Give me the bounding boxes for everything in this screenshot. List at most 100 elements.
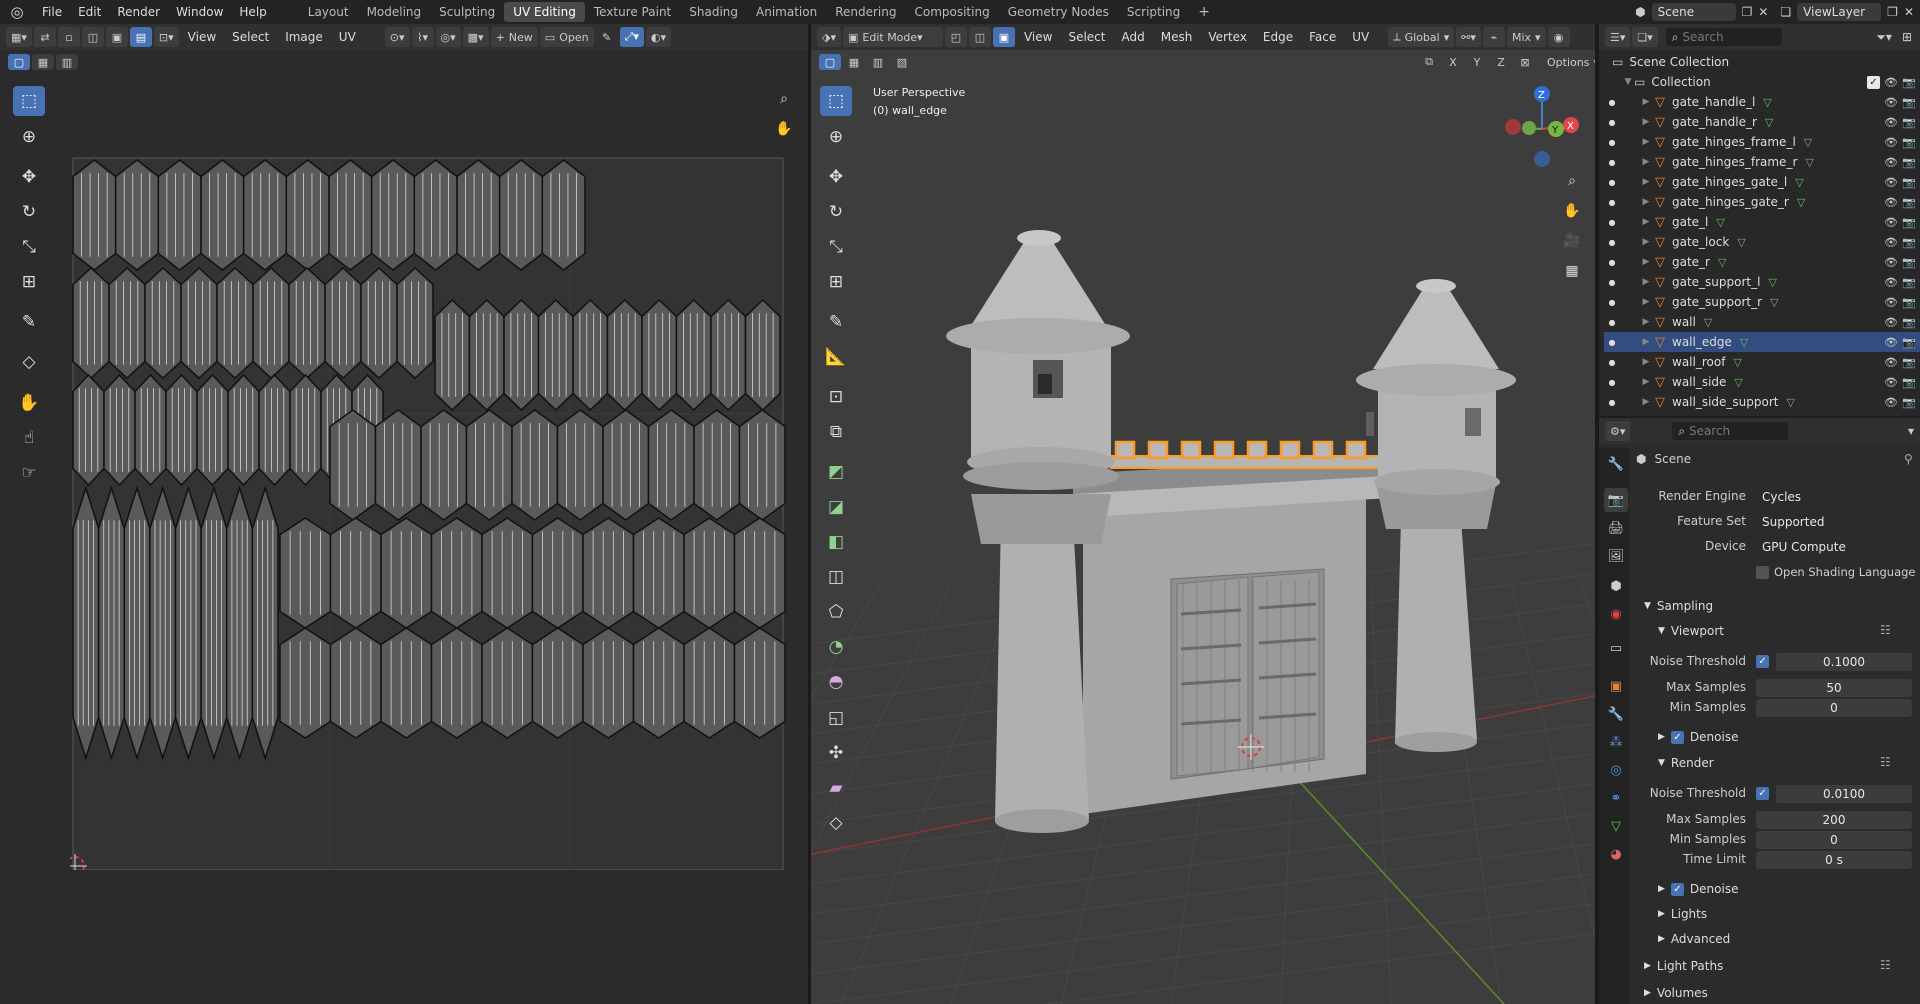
new-scene-icon[interactable]: ❐ (1742, 5, 1753, 19)
uv-face[interactable] (149, 485, 177, 761)
uv-face[interactable] (251, 485, 279, 761)
mesh-data-icon[interactable]: ▽ (1733, 356, 1741, 369)
uv-face[interactable] (632, 627, 685, 739)
uv-face[interactable] (72, 159, 117, 271)
uv-face[interactable] (144, 266, 182, 380)
uv-face[interactable] (733, 517, 786, 629)
crenellation-merlon[interactable] (1147, 440, 1169, 460)
data-tab-icon[interactable]: ▽ (1604, 814, 1628, 838)
rotate-tool-icon[interactable]: ↻ (13, 197, 45, 227)
snap-icon[interactable]: ⌇▾ (411, 27, 434, 47)
uv-face[interactable] (531, 627, 584, 739)
uv-face[interactable] (226, 485, 254, 761)
vp-menu-edge[interactable]: Edge (1256, 27, 1300, 47)
lights-subpanel[interactable]: ▶ Lights (1658, 907, 1707, 921)
tab-scripting[interactable]: Scripting (1118, 2, 1189, 22)
object-tab-icon[interactable]: ▣ (1604, 674, 1628, 698)
uv-face[interactable] (157, 159, 202, 271)
vp-noise-threshold-field[interactable]: 0.1000 (1776, 653, 1912, 671)
outliner-item[interactable]: ● ▶ ▽ gate_lock ▽ 👁 📷 (1604, 232, 1920, 252)
uv-face[interactable] (602, 409, 650, 521)
uv-face[interactable] (413, 159, 458, 271)
uv-face[interactable] (396, 266, 434, 380)
uv-face[interactable] (289, 373, 322, 487)
annotate-tool-icon[interactable]: ✎ (13, 307, 45, 337)
expand-icon[interactable]: ▶ (1640, 177, 1652, 187)
mirror-y-button[interactable]: Y (1466, 54, 1488, 70)
island-select-icon[interactable]: ▤ (129, 27, 152, 47)
ortho-toggle-icon[interactable]: ▦ (1556, 256, 1588, 286)
particles-tab-icon[interactable]: ⁂ (1604, 730, 1628, 754)
vp-max-samples-field[interactable]: 50 (1756, 679, 1912, 697)
uv-face[interactable] (329, 517, 382, 629)
vp-menu-mesh[interactable]: Mesh (1154, 27, 1200, 47)
outliner-item[interactable]: ● ▶ ▽ wall_side_support ▽ 👁 📷 (1604, 392, 1920, 412)
vp-menu-face[interactable]: Face (1302, 27, 1343, 47)
tool-tab-icon[interactable]: 🔧 (1604, 452, 1628, 476)
uv-face[interactable] (641, 298, 678, 412)
viewport-presets-icon[interactable]: ☷ (1880, 623, 1891, 637)
vp-denoise-subpanel[interactable]: ▶ ✓ Denoise (1658, 730, 1738, 744)
uv-face[interactable] (675, 298, 712, 412)
expand-icon[interactable]: ▼ (1622, 77, 1634, 87)
expand-icon[interactable]: ▶ (1640, 237, 1652, 247)
display-mode-icon[interactable]: ❏▾ (1632, 27, 1658, 47)
crenellation-merlon[interactable] (1114, 440, 1136, 460)
proportional-falloff-icon[interactable]: ◉ (1547, 27, 1570, 47)
edge-select-icon[interactable]: ◫ (81, 27, 104, 47)
vp-transform-tool-icon[interactable]: ⊞ (820, 267, 852, 297)
sync-selection-icon[interactable]: ⇄ (33, 27, 56, 47)
vp-select-extend-icon[interactable]: ▦ (843, 54, 865, 70)
outliner-item[interactable]: ● ▶ ▽ gate_l ▽ 👁 📷 (1604, 212, 1920, 232)
vp-select-new-icon[interactable]: ▢ (819, 54, 841, 70)
light-paths-panel[interactable]: ▶ Light Paths (1644, 959, 1723, 973)
vp-denoise-checkbox[interactable]: ✓ (1670, 730, 1684, 744)
mesh-data-icon[interactable]: ▽ (1704, 316, 1712, 329)
tab-shading[interactable]: Shading (680, 2, 747, 22)
restrict-select-dot-icon[interactable]: ● (1604, 218, 1620, 227)
expand-icon[interactable]: ▶ (1640, 137, 1652, 147)
knife-tool-icon[interactable]: ◫ (820, 562, 852, 592)
tab-animation[interactable]: Animation (747, 2, 826, 22)
uv-face[interactable] (216, 266, 254, 380)
new-viewlayer-icon[interactable]: ❐ (1887, 5, 1898, 19)
uv-face[interactable] (434, 298, 471, 412)
uv-face[interactable] (279, 517, 332, 629)
outliner-item[interactable]: ● ▶ ▽ gate_handle_l ▽ 👁 📷 (1604, 92, 1920, 112)
uv-face[interactable] (252, 266, 290, 380)
visibility-eye-icon[interactable]: 👁 (1884, 96, 1898, 109)
uv-face[interactable] (572, 298, 609, 412)
uv-face[interactable] (370, 159, 416, 271)
add-cube-tool-icon[interactable]: ⊡ (820, 382, 852, 412)
uv-menu-select[interactable]: Select (225, 27, 276, 47)
restrict-select-dot-icon[interactable]: ● (1604, 98, 1620, 107)
advanced-subpanel[interactable]: ▶ Advanced (1658, 932, 1730, 946)
uv-face[interactable] (537, 298, 574, 412)
mesh-data-icon[interactable]: ▽ (1768, 276, 1776, 289)
feature-set-select[interactable]: Supported (1756, 513, 1920, 531)
uv-face[interactable] (72, 485, 100, 761)
expand-icon[interactable]: ▶ (1640, 197, 1652, 207)
uv-face[interactable] (710, 298, 747, 412)
uv-face[interactable] (180, 266, 218, 380)
visibility-eye-icon[interactable]: 👁 (1884, 316, 1898, 329)
mesh-data-icon[interactable]: ▽ (1734, 376, 1742, 389)
uv-face[interactable] (288, 266, 326, 380)
outliner-collection[interactable]: ▼ ▭ Collection ✓ 👁 📷 (1622, 72, 1920, 92)
spin-tool-icon[interactable]: ◔ (820, 632, 852, 662)
pivot-icon[interactable]: ⊙▾ (384, 27, 410, 47)
uv-face[interactable] (123, 485, 151, 761)
uv-face[interactable] (165, 373, 198, 487)
visibility-eye-icon[interactable]: 👁 (1884, 196, 1898, 209)
uv-face[interactable] (374, 409, 422, 521)
proportional-mix-selector[interactable]: Mix ▾ (1506, 27, 1546, 47)
outliner-item[interactable]: ● ▶ ▽ gate_support_r ▽ 👁 📷 (1604, 292, 1920, 312)
tab-geometry-nodes[interactable]: Geometry Nodes (999, 2, 1118, 22)
visibility-eye-icon[interactable]: 👁 (1884, 296, 1898, 309)
tab-modeling[interactable]: Modeling (358, 2, 431, 22)
relax-tool-icon[interactable]: ☝ (13, 423, 45, 453)
restrict-select-dot-icon[interactable]: ● (1604, 238, 1620, 247)
uv-face[interactable] (498, 159, 544, 271)
mesh-data-icon[interactable]: ▽ (1770, 296, 1778, 309)
visibility-eye-icon[interactable]: 👁 (1884, 216, 1898, 229)
